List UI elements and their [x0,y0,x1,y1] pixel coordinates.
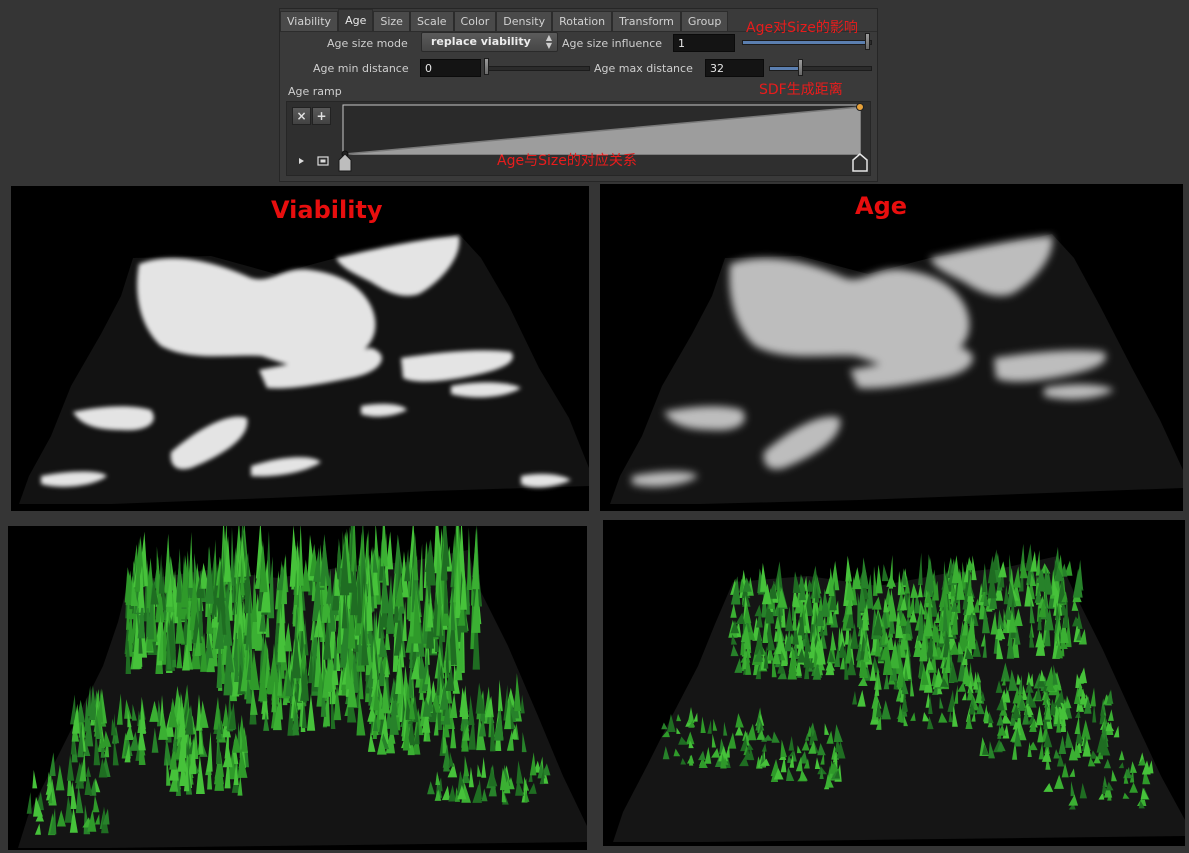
grass-blade [32,769,38,789]
age-title: Age [855,192,908,220]
viability-viewport: Viability [11,186,589,511]
age-max-distance-label: Age max distance [594,62,693,75]
annotation-sdf: SDF生成距离 [759,82,843,98]
grass-blade [875,564,883,594]
annotation-influence: Age对Size的影响 [746,20,858,36]
ramp-start-key-handle [338,153,352,172]
age-size-mode-label: Age size mode [327,37,408,50]
age-min-distance-slider[interactable] [484,66,590,71]
age-min-distance-label: Age min distance [313,62,409,75]
age-min-distance-field[interactable]: 0 [420,59,481,77]
tab-group[interactable]: Group [680,11,729,31]
tab-size[interactable]: Size [373,11,410,31]
age-max-distance-slider-fill [770,67,800,70]
tab-bar: Viability Age Size Scale Color Density R… [280,9,729,31]
age-size-influence-slider-handle[interactable] [865,33,870,50]
grass-blade [881,564,889,582]
age-size-mode-dropdown[interactable]: replace viability ▲ ▼ [421,32,558,52]
plus-icon: + [316,109,327,123]
age-viewport: Age [600,184,1183,511]
delete-point-button[interactable]: × [292,107,311,125]
age-max-distance-slider-handle[interactable] [797,59,803,76]
tab-color[interactable]: Color [453,11,497,31]
age-grass-viewport [603,520,1185,846]
age-max-distance-field[interactable]: 32 [705,59,764,77]
age-size-mode-value: replace viability [431,35,531,48]
ramp-menu-icon[interactable] [317,156,329,166]
viability-grass-viewport [8,526,587,850]
grass-blade [888,554,894,589]
tab-transform[interactable]: Transform [612,11,681,31]
grass-blade [188,531,193,588]
grass-blade [394,534,404,574]
annotation-ramp: Age与Size的对应关系 [497,153,637,169]
ramp-end-point [856,103,864,111]
grass-blade [230,527,235,586]
ramp-end-key-handle [852,153,868,172]
dropdown-arrows-icon: ▲ ▼ [545,33,552,50]
age-size-influence-label: Age size influence [562,37,663,50]
tab-scale[interactable]: Scale [409,11,454,31]
add-point-button[interactable]: + [312,107,331,125]
age-size-influence-field[interactable]: 1 [673,34,735,52]
grass-blade [845,555,852,582]
age-terrain-render [610,234,1183,504]
age-ramp-label: Age ramp [288,85,342,98]
viability-title: Viability [271,196,383,224]
tab-density[interactable]: Density [496,11,553,31]
tab-viability[interactable]: Viability [280,11,339,31]
play-icon[interactable] [297,156,307,166]
grass-blade [918,552,923,586]
viability-terrain-render [19,234,589,504]
age-min-distance-slider-handle[interactable] [484,58,489,75]
tab-rotation[interactable]: Rotation [552,11,613,31]
close-icon: × [296,109,307,123]
grass-blade [661,722,668,730]
grass-blade [298,526,304,586]
age-size-influence-slider-fill [743,41,869,44]
tab-age[interactable]: Age [338,9,374,31]
age-grass-render [613,543,1185,842]
viability-grass-render [18,526,587,848]
grass-blade [26,792,32,814]
